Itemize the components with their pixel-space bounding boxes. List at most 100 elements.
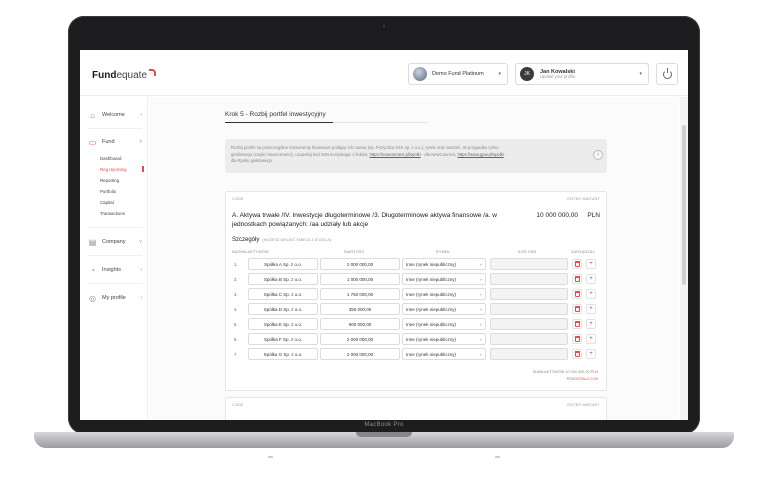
market-select-value: Inne (rynek niepubliczny) <box>406 306 457 312</box>
trash-icon <box>574 351 580 357</box>
sidebar-subitem-dashboard[interactable]: Dashboard <box>100 156 121 161</box>
delete-row-button[interactable] <box>572 319 582 329</box>
add-row-button[interactable]: + <box>586 274 596 284</box>
row-number: 2. <box>234 277 238 282</box>
market-select-value: Inne (rynek niepubliczny) <box>406 351 457 357</box>
asset-value-input[interactable]: 2 000 000,00 <box>320 258 400 270</box>
asset-name-input[interactable]: Spółka A Sp. z o.o. <box>248 258 318 270</box>
laptop-lid: Fundequate Demo Fund Platinum ▾ JK Jan K… <box>68 16 700 434</box>
insights-icon: ◔ <box>90 265 95 275</box>
isin-input[interactable] <box>490 318 568 330</box>
user-menu[interactable]: JK Jan Kowalski Update your profile ▾ <box>515 63 649 85</box>
asset-name-input[interactable]: Spółka F Sp. z o.o. <box>248 333 318 345</box>
table-row: 2. Spółka B Sp. z o.o. 1 000 000,00 Inne (r… <box>226 273 608 286</box>
sidebar-item-label: Fund <box>102 139 115 145</box>
laptop-foot <box>495 456 500 458</box>
add-row-button[interactable]: + <box>586 319 596 329</box>
chevron-right-icon: › <box>140 267 142 273</box>
add-row-button[interactable]: + <box>586 259 596 269</box>
isin-input[interactable] <box>490 288 568 300</box>
asset-name-input[interactable]: Spółka G Sp. z o.o. <box>248 348 318 360</box>
main-content: Krok 5 - Rozbij portfel inwestycyjny Roz… <box>149 97 679 420</box>
user-icon: ◎ <box>89 293 96 303</box>
chevron-down-icon: ˅ <box>139 239 142 245</box>
market-select[interactable]: Inne (rynek niepubliczny) ˅ <box>402 348 486 360</box>
asset-category-title: A. Aktywa trwałe /IV. Inwestycje długote… <box>232 212 497 228</box>
asset-value-input[interactable]: 350 000,00 <box>320 303 400 315</box>
row-number: 4. <box>234 307 238 312</box>
add-row-button[interactable]: + <box>586 304 596 314</box>
home-icon: ⌂ <box>90 110 95 120</box>
sidebar-item-welcome[interactable]: ⌂ Welcome › <box>88 108 142 122</box>
isin-input[interactable] <box>490 273 568 285</box>
laptop-foot <box>268 456 273 458</box>
delete-row-button[interactable] <box>572 349 582 359</box>
isin-input[interactable] <box>490 333 568 345</box>
isin-input[interactable] <box>490 348 568 360</box>
logout-button[interactable] <box>656 63 678 85</box>
sidebar-subitem-portfolio[interactable]: Portfolio <box>100 189 116 194</box>
newconnect-link[interactable]: https://newconnect.pl/spolki <box>369 152 420 157</box>
delete-row-button[interactable] <box>572 334 582 344</box>
update-profile-link[interactable]: Update your profile <box>540 74 575 80</box>
delete-row-button[interactable] <box>572 259 582 269</box>
sidebar-subitem-transactions[interactable]: Transactions <box>100 211 125 216</box>
market-select[interactable]: Inne (rynek niepubliczny) ˅ <box>402 273 486 285</box>
market-select[interactable]: Inne (rynek niepubliczny) ˅ <box>402 333 486 345</box>
asset-name-input[interactable]: Spółka D Sp. z o.o. <box>248 303 318 315</box>
asset-name-input[interactable]: Spółka B Sp. z o.o. <box>248 273 318 285</box>
gpw-link[interactable]: https://www.gpw.pl/spolki <box>457 152 503 157</box>
market-select[interactable]: Inne (rynek niepubliczny) ˅ <box>402 303 486 315</box>
sidebar-subitem-reg-reporting[interactable]: Reg reporting <box>100 167 127 172</box>
asset-value-input[interactable]: 2 000 000,00 <box>320 348 400 360</box>
fund-select[interactable]: Demo Fund Platinum ▾ <box>408 63 508 85</box>
title-underline <box>225 122 333 123</box>
enter-amount-label: ENTER AMOUNT <box>567 403 600 407</box>
sidebar-item-company[interactable]: ▤ Company ˅ <box>88 235 142 249</box>
asset-amount[interactable]: 10 000 000,00 <box>536 212 578 219</box>
trash-icon <box>574 276 580 282</box>
sidebar-subitem-reporting[interactable]: Reporting <box>100 178 119 183</box>
asset-name-input[interactable]: Spółka C Sp. z o.o. <box>248 288 318 300</box>
delete-row-button[interactable] <box>572 304 582 314</box>
info-toggle-button[interactable]: › <box>593 150 603 160</box>
asset-value-input[interactable]: 900 000,00 <box>320 318 400 330</box>
delete-row-button[interactable] <box>572 274 582 284</box>
asset-value-input[interactable]: 1 750 000,00 <box>320 288 400 300</box>
add-row-button[interactable]: + <box>586 349 596 359</box>
power-icon <box>662 67 672 79</box>
table-row: 3. Spółka C Sp. z o.o. 1 750 000,00 Inne (r… <box>226 288 608 301</box>
table-row: 1. Spółka A Sp. z o.o. 2 000 000,00 Inne (r… <box>226 258 608 271</box>
table-row: 6. Spółka F Sp. z o.o. 2 000 000,00 Inne (r… <box>226 333 608 346</box>
page-title: Krok 5 - Rozbij portfel inwestycyjny <box>225 111 326 118</box>
sidebar-item-my-profile[interactable]: ◎ My profile › <box>88 291 142 305</box>
sidebar-item-fund[interactable]: ▭ Fund ˄ <box>88 135 142 149</box>
table-row: 5. Spółka E Sp. z o.o. 900 000,00 Inne (ryn… <box>226 318 608 331</box>
enter-amount-label: ENTER AMOUNT <box>567 197 600 201</box>
market-select[interactable]: Inne (rynek niepubliczny) ˅ <box>402 288 486 300</box>
monitor-icon: ▭ <box>88 137 97 147</box>
asset-card: CODE ENTER AMOUNT A. Aktywa trwałe /IV. … <box>225 191 607 391</box>
asset-value-input[interactable]: 1 000 000,00 <box>320 273 400 285</box>
scrollbar[interactable] <box>680 97 688 420</box>
remaining-amount: POZOSTAŁO 0,00 <box>566 377 598 381</box>
chevron-down-icon: ˅ <box>479 291 482 297</box>
isin-input[interactable] <box>490 303 568 315</box>
chevron-right-icon: › <box>140 295 142 301</box>
sidebar-item-label: Company <box>102 239 126 245</box>
sidebar-subitem-capital[interactable]: Capital <box>100 200 114 205</box>
market-select[interactable]: Inne (rynek niepubliczny) ˅ <box>402 258 486 270</box>
add-row-button[interactable]: + <box>586 289 596 299</box>
market-select[interactable]: Inne (rynek niepubliczny) ˅ <box>402 318 486 330</box>
asset-card: CODE ENTER AMOUNT <box>225 397 607 420</box>
delete-row-button[interactable] <box>572 289 582 299</box>
market-select-value: Inne (rynek niepubliczny) <box>406 336 457 342</box>
add-row-button[interactable]: + <box>586 334 596 344</box>
asset-name-input[interactable]: Spółka E Sp. z o.o. <box>248 318 318 330</box>
logo[interactable]: Fundequate <box>92 69 157 81</box>
sidebar-item-insights[interactable]: ◔ Insights › <box>88 263 142 277</box>
chevron-down-icon: ˅ <box>479 351 482 357</box>
isin-input[interactable] <box>490 258 568 270</box>
asset-value-input[interactable]: 2 000 000,00 <box>320 333 400 345</box>
scrollbar-thumb[interactable] <box>682 125 686 285</box>
